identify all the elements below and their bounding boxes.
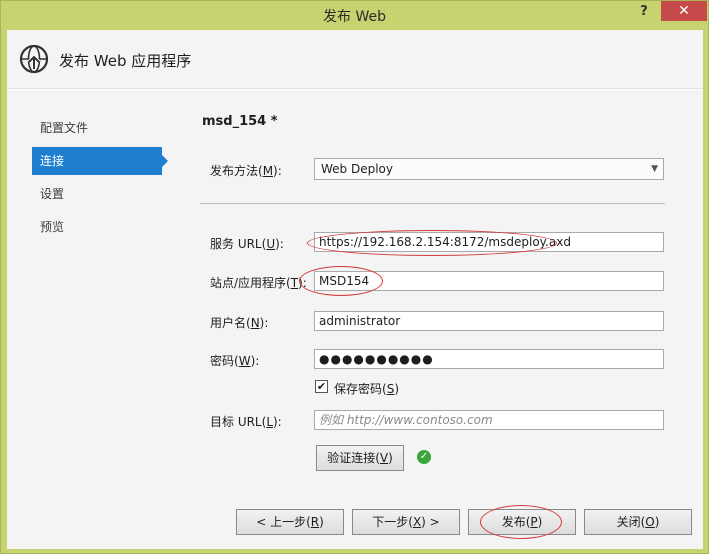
dialog-body: 配置文件 连接 设置 预览 msd_154 * 发布方法(M): Web Dep… xyxy=(7,90,703,549)
profile-name: msd_154 * xyxy=(202,114,278,129)
publish-method-value: Web Deploy xyxy=(321,162,393,176)
site-app-input[interactable]: MSD154 xyxy=(314,271,664,291)
dialog-heading: 发布 Web 应用程序 xyxy=(59,52,192,70)
wizard-nav: 配置文件 连接 设置 预览 xyxy=(7,90,182,549)
publish-method-label: 发布方法(M): xyxy=(210,164,282,178)
nav-item-connection[interactable]: 连接 xyxy=(32,147,168,175)
next-button[interactable]: 下一步(X) > xyxy=(352,509,460,535)
site-app-label: 站点/应用程序(T): xyxy=(210,276,307,290)
service-url-input[interactable]: https://192.168.2.154:8172/msdeploy.axd xyxy=(314,232,664,252)
target-url-input[interactable]: 例如 http://www.contoso.com xyxy=(314,410,664,430)
globe-publish-icon xyxy=(19,44,49,74)
dialog-header: 发布 Web 应用程序 xyxy=(7,30,703,89)
nav-item-profile[interactable]: 配置文件 xyxy=(32,114,162,142)
verify-connection-button[interactable]: 验证连接(V) xyxy=(316,445,404,471)
check-success-icon: ✓ xyxy=(417,450,431,464)
help-button[interactable]: ? xyxy=(634,3,654,21)
close-window-button[interactable]: ✕ xyxy=(661,1,707,21)
username-input[interactable]: administrator xyxy=(314,311,664,331)
save-password-checkbox[interactable]: ✔ xyxy=(315,380,328,393)
username-label: 用户名(N): xyxy=(210,316,269,330)
previous-button[interactable]: < 上一步(R) xyxy=(236,509,344,535)
target-url-label: 目标 URL(L): xyxy=(210,415,282,429)
dialog-client-area: 发布 Web 应用程序 配置文件 连接 设置 预览 msd_154 * 发布方法… xyxy=(7,30,703,549)
password-input[interactable]: ●●●●●●●●●● xyxy=(314,349,664,369)
window-title: 发布 Web xyxy=(323,9,386,25)
title-bar[interactable]: 发布 Web ? ✕ xyxy=(1,1,708,30)
service-url-label: 服务 URL(U): xyxy=(210,237,284,251)
password-label: 密码(W): xyxy=(210,354,260,368)
close-button[interactable]: 关闭(O) xyxy=(584,509,692,535)
nav-item-settings[interactable]: 设置 xyxy=(32,180,162,208)
publish-button[interactable]: 发布(P) xyxy=(468,509,576,535)
publish-method-select[interactable]: Web Deploy ▼ xyxy=(314,158,664,180)
nav-item-preview[interactable]: 预览 xyxy=(32,213,162,241)
save-password-label[interactable]: 保存密码(S) xyxy=(334,380,399,397)
chevron-down-icon: ▼ xyxy=(651,164,658,174)
section-separator xyxy=(200,203,665,204)
publish-web-dialog: 发布 Web ? ✕ 发布 Web 应用程序 配置文件 连接 设置 预览 msd… xyxy=(0,0,709,554)
